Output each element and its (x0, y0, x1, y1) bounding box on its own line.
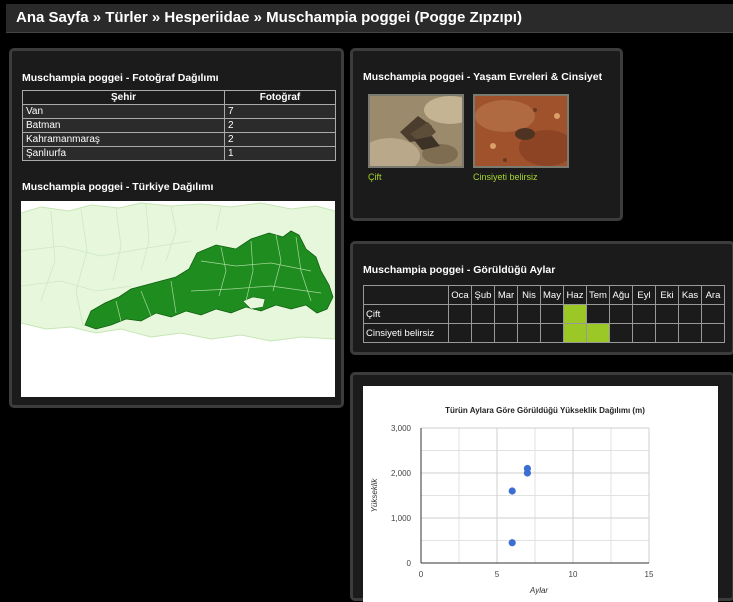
months-row-label: Çift (363, 304, 449, 324)
photo-distribution-panel: Muschampia poggei - Fotoğraf Dağılımı Şe… (9, 48, 344, 408)
month-cell (517, 323, 541, 343)
month-cell-active (563, 323, 587, 343)
chart-area: Türün Aylara Göre Görüldüğü Yükseklik Da… (363, 386, 718, 602)
data-point (508, 487, 516, 495)
month-header: Eyl (632, 285, 656, 305)
month-cell (701, 304, 725, 324)
life-item-label-pair[interactable]: Çift (368, 172, 382, 182)
month-cell (448, 304, 472, 324)
months-table: Oca Şub Mar Nis May Haz Tem Ağu Eyl Eki Kas Ara Çif… (363, 285, 725, 343)
city-cell: Van (22, 104, 225, 119)
city-photo-table: Şehir Fotoğraf Van 7 Batman 2 Kahramanma… (22, 90, 336, 161)
city-cell: Şanlıurfa (22, 146, 225, 161)
photo-count-cell: 2 (224, 132, 336, 147)
month-cell (609, 304, 633, 324)
month-header: Eki (655, 285, 679, 305)
photo-count-cell: 2 (224, 118, 336, 133)
altitude-chart-panel: Türün Aylara Göre Görüldüğü Yükseklik Da… (350, 372, 733, 602)
month-cell (678, 323, 702, 343)
x-tick-label: 0 (419, 570, 424, 579)
months-header-row: Oca Şub Mar Nis May Haz Tem Ağu Eyl Eki Kas Ara (363, 285, 725, 305)
month-cell (540, 304, 564, 324)
month-cell (494, 304, 518, 324)
y-tick-label: 0 (407, 559, 412, 568)
map-title: Muschampia poggei - Türkiye Dağılımı (22, 181, 214, 193)
x-axis-label: Aylar (529, 586, 548, 595)
column-header-photo: Fotoğraf (224, 90, 336, 105)
title-bar: Ana Sayfa » Türler » Hesperiidae » Musch… (6, 4, 733, 33)
months-panel-title: Muschampia poggei - Görüldüğü Aylar (363, 264, 556, 276)
chart-background (363, 386, 718, 602)
month-cell (471, 304, 495, 324)
table-row: Batman 2 (22, 118, 336, 133)
month-header: Haz (563, 285, 587, 305)
y-tick-label: 3,000 (391, 424, 412, 433)
x-tick-label: 10 (569, 570, 578, 579)
month-header: Nis (517, 285, 541, 305)
data-point (508, 539, 516, 547)
photo-thumbnail-unknown-sex[interactable] (473, 94, 569, 168)
month-cell-active (586, 323, 610, 343)
table-row: Kahramanmaraş 2 (22, 132, 336, 147)
month-cell (494, 323, 518, 343)
months-row-label: Cinsiyeti belirsiz (363, 323, 449, 343)
photo-count-cell: 7 (224, 104, 336, 119)
month-cell (701, 323, 725, 343)
months-row: Çift (363, 304, 725, 324)
month-cell (678, 304, 702, 324)
months-corner-cell (363, 285, 449, 305)
column-header-city: Şehir (22, 90, 225, 105)
table-row: Şanlıurfa 1 (22, 146, 336, 161)
month-header: Oca (448, 285, 472, 305)
y-axis-label: Yükseklik (370, 478, 379, 513)
turkey-distribution-map (20, 201, 336, 397)
photo-thumbnail-pair[interactable] (368, 94, 464, 168)
city-cell: Batman (22, 118, 225, 133)
month-cell (540, 323, 564, 343)
month-header: Ağu (609, 285, 633, 305)
x-tick-label: 15 (645, 570, 654, 579)
table-header-row: Şehir Fotoğraf (22, 90, 336, 105)
months-panel: Muschampia poggei - Görüldüğü Aylar Oca Ş… (350, 241, 733, 355)
month-cell (471, 323, 495, 343)
month-header: Ara (701, 285, 725, 305)
life-stages-panel: Muschampia poggei - Yaşam Evreleri & Cin… (350, 48, 623, 221)
y-tick-label: 1,000 (391, 514, 412, 523)
month-cell (448, 323, 472, 343)
x-tick-label: 5 (495, 570, 500, 579)
altitude-scatter-chart: Türün Aylara Göre Görüldüğü Yükseklik Da… (363, 386, 718, 602)
month-cell (655, 323, 679, 343)
month-header: Tem (586, 285, 610, 305)
life-panel-title: Muschampia poggei - Yaşam Evreleri & Cin… (363, 71, 603, 83)
month-header: Kas (678, 285, 702, 305)
breadcrumb: Ana Sayfa » Türler » Hesperiidae » Musch… (16, 9, 522, 26)
months-row: Cinsiyeti belirsiz (363, 323, 725, 343)
chart-title: Türün Aylara Göre Görüldüğü Yükseklik Da… (445, 406, 645, 415)
table-row: Van 7 (22, 104, 336, 119)
month-header: Şub (471, 285, 495, 305)
y-tick-label: 2,000 (391, 469, 412, 478)
month-cell (517, 304, 541, 324)
month-cell (586, 304, 610, 324)
city-cell: Kahramanmaraş (22, 132, 225, 147)
photo-count-cell: 1 (224, 146, 336, 161)
month-cell (632, 304, 656, 324)
month-cell (655, 304, 679, 324)
month-cell (632, 323, 656, 343)
month-header: Mar (494, 285, 518, 305)
month-cell (609, 323, 633, 343)
month-header: May (540, 285, 564, 305)
life-item-label-unknown-sex[interactable]: Cinsiyeti belirsiz (473, 172, 538, 182)
photo-panel-title: Muschampia poggei - Fotoğraf Dağılımı (22, 72, 219, 84)
month-cell-active (563, 304, 587, 324)
data-point (523, 464, 531, 473)
